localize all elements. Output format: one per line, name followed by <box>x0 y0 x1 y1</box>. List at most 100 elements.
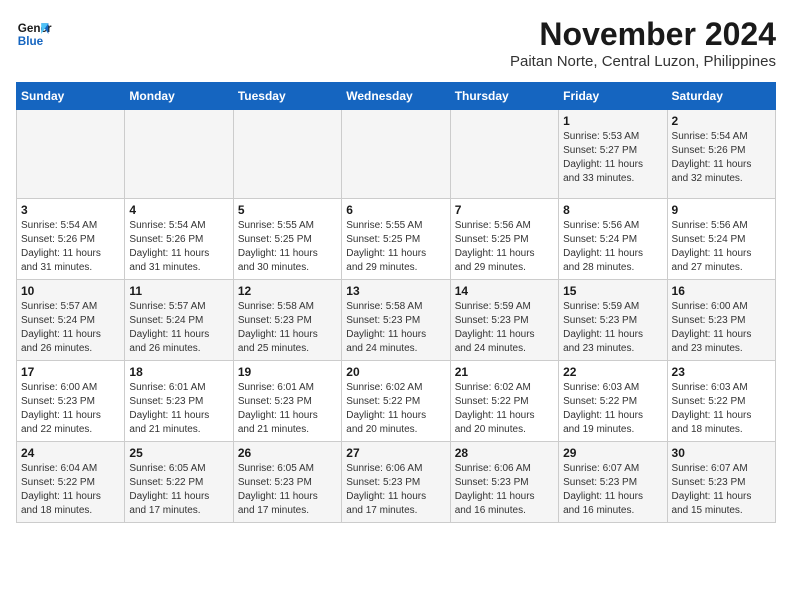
day-number: 7 <box>455 203 554 217</box>
week-row-4: 24 Sunrise: 6:04 AM Sunset: 5:22 PM Dayli… <box>17 442 776 523</box>
day-info: Sunrise: 6:01 AM Sunset: 5:23 PM Dayligh… <box>238 381 337 437</box>
day-number: 26 <box>238 446 337 460</box>
calendar-cell: 15 Sunrise: 5:59 AM Sunset: 5:23 PM Dayli… <box>559 280 667 361</box>
calendar-cell: 11 Sunrise: 5:57 AM Sunset: 5:24 PM Dayli… <box>125 280 233 361</box>
day-info: Sunrise: 5:55 AM Sunset: 5:25 PM Dayligh… <box>238 219 337 275</box>
calendar-cell: 22Sunrise: 6:03 AM Sunset: 5:22 PM Dayli… <box>559 361 667 442</box>
calendar-cell: 26 Sunrise: 6:05 AM Sunset: 5:23 PM Dayli… <box>233 442 341 523</box>
day-number: 24 <box>21 446 120 460</box>
day-info: Sunrise: 5:57 AM Sunset: 5:24 PM Dayligh… <box>21 300 120 356</box>
day-info: Sunrise: 6:01 AM Sunset: 5:23 PM Dayligh… <box>129 381 228 437</box>
calendar-cell: 3 Sunrise: 5:54 AM Sunset: 5:26 PM Daylig… <box>17 199 125 280</box>
day-info: Sunrise: 5:53 AM Sunset: 5:27 PM Dayligh… <box>563 130 662 186</box>
day-number: 30 <box>672 446 771 460</box>
calendar-cell: 9Sunrise: 5:56 AM Sunset: 5:24 PM Daylig… <box>667 199 775 280</box>
day-info: Sunrise: 6:06 AM Sunset: 5:23 PM Dayligh… <box>346 462 445 518</box>
calendar-cell: 10 Sunrise: 5:57 AM Sunset: 5:24 PM Dayli… <box>17 280 125 361</box>
day-number: 14 <box>455 284 554 298</box>
day-info: Sunrise: 6:02 AM Sunset: 5:22 PM Dayligh… <box>346 381 445 437</box>
title-area: November 2024 Paitan Norte, Central Luzo… <box>510 16 776 70</box>
day-info: Sunrise: 6:06 AM Sunset: 5:23 PM Dayligh… <box>455 462 554 518</box>
day-info: Sunrise: 5:54 AM Sunset: 5:26 PM Dayligh… <box>21 219 120 275</box>
day-info: Sunrise: 5:56 AM Sunset: 5:25 PM Dayligh… <box>455 219 554 275</box>
header-thursday: Thursday <box>450 83 558 110</box>
calendar-table: SundayMondayTuesdayWednesdayThursdayFrid… <box>16 82 776 523</box>
calendar-body: 1Sunrise: 5:53 AM Sunset: 5:27 PM Daylig… <box>17 110 776 523</box>
calendar-cell: 17 Sunrise: 6:00 AM Sunset: 5:23 PM Dayli… <box>17 361 125 442</box>
day-info: Sunrise: 5:56 AM Sunset: 5:24 PM Dayligh… <box>563 219 662 275</box>
calendar-cell: 16Sunrise: 6:00 AM Sunset: 5:23 PM Dayli… <box>667 280 775 361</box>
calendar-cell: 18 Sunrise: 6:01 AM Sunset: 5:23 PM Dayli… <box>125 361 233 442</box>
day-number: 15 <box>563 284 662 298</box>
day-info: Sunrise: 6:07 AM Sunset: 5:23 PM Dayligh… <box>563 462 662 518</box>
day-info: Sunrise: 5:54 AM Sunset: 5:26 PM Dayligh… <box>672 130 771 186</box>
day-info: Sunrise: 6:04 AM Sunset: 5:22 PM Dayligh… <box>21 462 120 518</box>
day-number: 10 <box>21 284 120 298</box>
day-info: Sunrise: 6:07 AM Sunset: 5:23 PM Dayligh… <box>672 462 771 518</box>
day-info: Sunrise: 5:58 AM Sunset: 5:23 PM Dayligh… <box>238 300 337 356</box>
day-info: Sunrise: 5:56 AM Sunset: 5:24 PM Dayligh… <box>672 219 771 275</box>
calendar-cell: 30 Sunrise: 6:07 AM Sunset: 5:23 PM Dayli… <box>667 442 775 523</box>
week-row-0: 1Sunrise: 5:53 AM Sunset: 5:27 PM Daylig… <box>17 110 776 199</box>
day-number: 21 <box>455 365 554 379</box>
calendar-cell: 2 Sunrise: 5:54 AM Sunset: 5:26 PM Daylig… <box>667 110 775 199</box>
calendar-cell: 7 Sunrise: 5:56 AM Sunset: 5:25 PM Daylig… <box>450 199 558 280</box>
calendar-cell: 19Sunrise: 6:01 AM Sunset: 5:23 PM Dayli… <box>233 361 341 442</box>
svg-text:Blue: Blue <box>18 35 44 48</box>
day-number: 11 <box>129 284 228 298</box>
week-row-1: 3 Sunrise: 5:54 AM Sunset: 5:26 PM Daylig… <box>17 199 776 280</box>
logo: General Blue <box>16 16 52 52</box>
day-info: Sunrise: 6:05 AM Sunset: 5:22 PM Dayligh… <box>129 462 228 518</box>
day-info: Sunrise: 6:00 AM Sunset: 5:23 PM Dayligh… <box>21 381 120 437</box>
header-friday: Friday <box>559 83 667 110</box>
calendar-cell <box>125 110 233 199</box>
day-info: Sunrise: 6:05 AM Sunset: 5:23 PM Dayligh… <box>238 462 337 518</box>
day-number: 3 <box>21 203 120 217</box>
header-monday: Monday <box>125 83 233 110</box>
calendar-header: SundayMondayTuesdayWednesdayThursdayFrid… <box>17 83 776 110</box>
day-number: 2 <box>672 114 771 128</box>
calendar-cell <box>233 110 341 199</box>
calendar-cell: 12 Sunrise: 5:58 AM Sunset: 5:23 PM Dayli… <box>233 280 341 361</box>
header-sunday: Sunday <box>17 83 125 110</box>
calendar-cell: 25 Sunrise: 6:05 AM Sunset: 5:22 PM Dayli… <box>125 442 233 523</box>
day-number: 4 <box>129 203 228 217</box>
day-info: Sunrise: 6:02 AM Sunset: 5:22 PM Dayligh… <box>455 381 554 437</box>
day-info: Sunrise: 6:03 AM Sunset: 5:22 PM Dayligh… <box>672 381 771 437</box>
day-info: Sunrise: 6:03 AM Sunset: 5:22 PM Dayligh… <box>563 381 662 437</box>
day-number: 13 <box>346 284 445 298</box>
day-info: Sunrise: 5:58 AM Sunset: 5:23 PM Dayligh… <box>346 300 445 356</box>
calendar-cell: 13 Sunrise: 5:58 AM Sunset: 5:23 PM Dayli… <box>342 280 450 361</box>
subtitle: Paitan Norte, Central Luzon, Philippines <box>510 53 776 70</box>
main-title: November 2024 <box>510 16 776 53</box>
day-number: 25 <box>129 446 228 460</box>
logo-icon: General Blue <box>16 16 52 52</box>
calendar-cell: 20 Sunrise: 6:02 AM Sunset: 5:22 PM Dayli… <box>342 361 450 442</box>
header-wednesday: Wednesday <box>342 83 450 110</box>
day-number: 27 <box>346 446 445 460</box>
calendar-cell: 21 Sunrise: 6:02 AM Sunset: 5:22 PM Dayli… <box>450 361 558 442</box>
day-number: 5 <box>238 203 337 217</box>
day-number: 20 <box>346 365 445 379</box>
calendar-cell: 5 Sunrise: 5:55 AM Sunset: 5:25 PM Daylig… <box>233 199 341 280</box>
day-number: 18 <box>129 365 228 379</box>
day-number: 12 <box>238 284 337 298</box>
calendar-cell: 28Sunrise: 6:06 AM Sunset: 5:23 PM Dayli… <box>450 442 558 523</box>
calendar-cell: 8 Sunrise: 5:56 AM Sunset: 5:24 PM Daylig… <box>559 199 667 280</box>
calendar-cell: 24 Sunrise: 6:04 AM Sunset: 5:22 PM Dayli… <box>17 442 125 523</box>
calendar-cell <box>17 110 125 199</box>
day-info: Sunrise: 5:54 AM Sunset: 5:26 PM Dayligh… <box>129 219 228 275</box>
header: General Blue November 2024 Paitan Norte,… <box>16 16 776 70</box>
header-tuesday: Tuesday <box>233 83 341 110</box>
header-saturday: Saturday <box>667 83 775 110</box>
day-info: Sunrise: 5:57 AM Sunset: 5:24 PM Dayligh… <box>129 300 228 356</box>
day-number: 6 <box>346 203 445 217</box>
day-number: 8 <box>563 203 662 217</box>
calendar-cell: 27 Sunrise: 6:06 AM Sunset: 5:23 PM Dayli… <box>342 442 450 523</box>
calendar-cell: 6Sunrise: 5:55 AM Sunset: 5:25 PM Daylig… <box>342 199 450 280</box>
day-number: 17 <box>21 365 120 379</box>
week-row-3: 17 Sunrise: 6:00 AM Sunset: 5:23 PM Dayli… <box>17 361 776 442</box>
week-row-2: 10 Sunrise: 5:57 AM Sunset: 5:24 PM Dayli… <box>17 280 776 361</box>
calendar-cell <box>450 110 558 199</box>
day-info: Sunrise: 5:59 AM Sunset: 5:23 PM Dayligh… <box>563 300 662 356</box>
